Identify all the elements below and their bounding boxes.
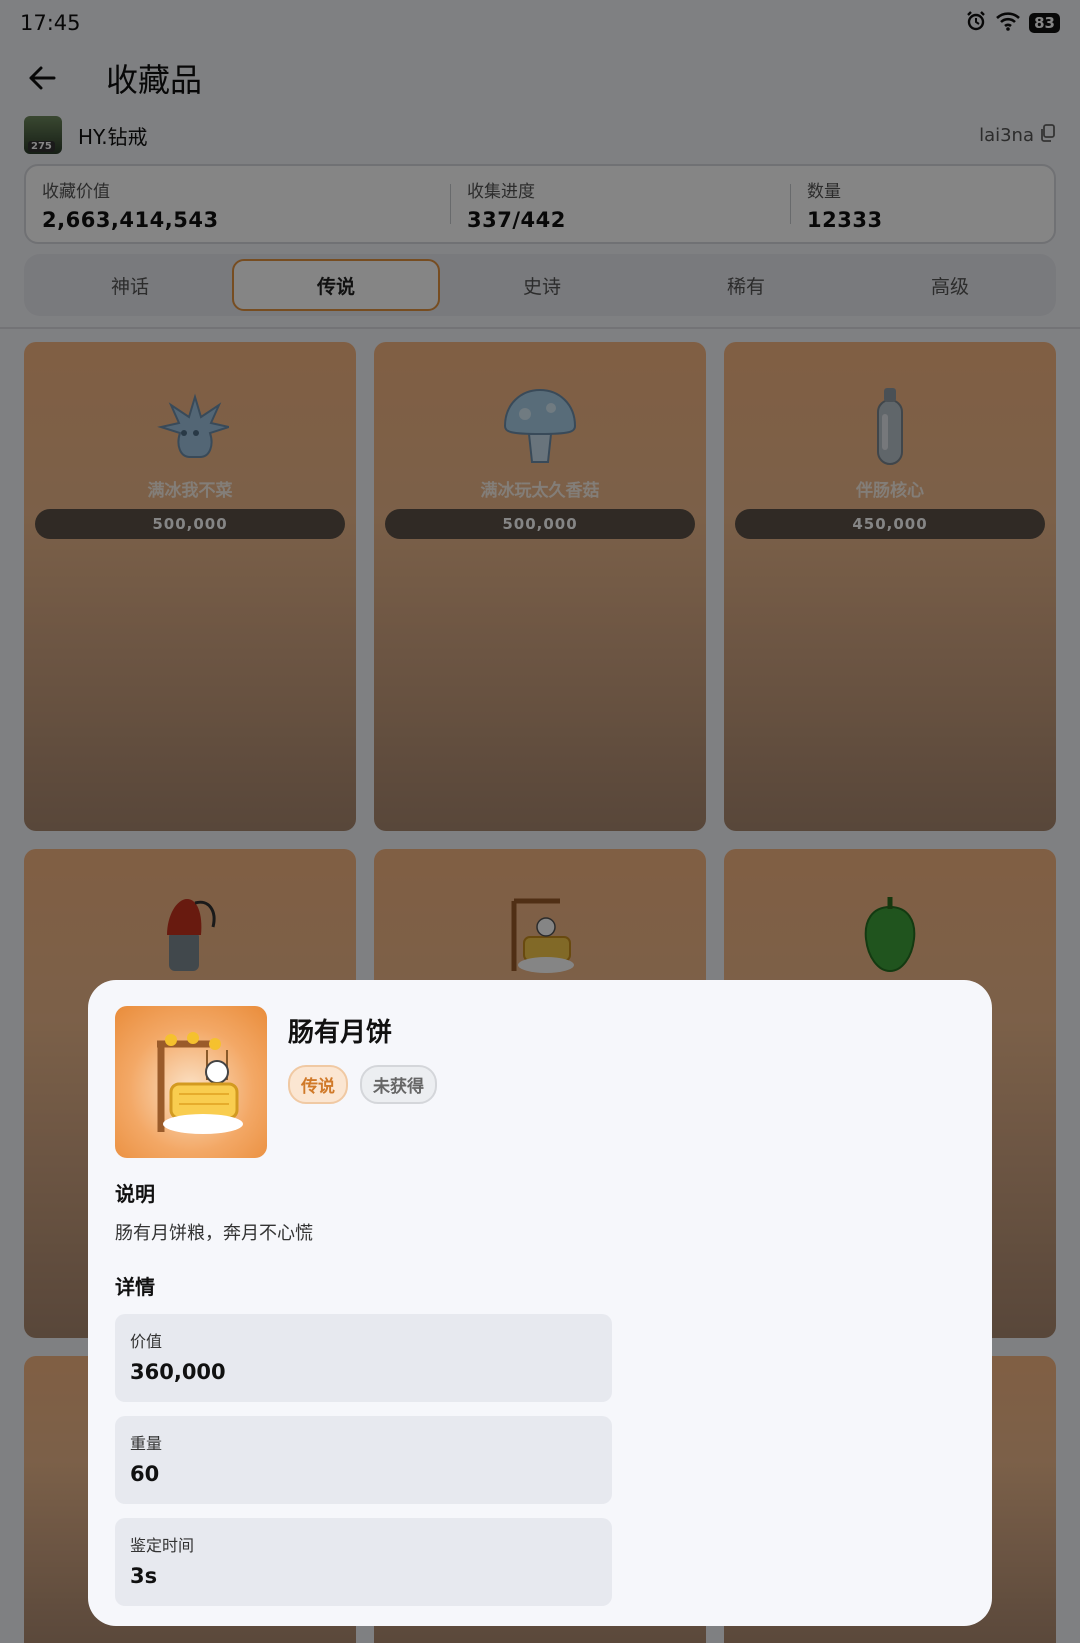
detail-weight-box: 重量 60 [115, 1416, 612, 1504]
detail-value-box: 价值 360,000 [115, 1314, 612, 1402]
status-badge: 未获得 [360, 1065, 437, 1104]
detail-value: 3s [130, 1564, 158, 1588]
description-text: 肠有月饼粮，奔月不心慌 [115, 1223, 313, 1244]
description-heading: 说明 [115, 1182, 155, 1206]
details-heading: 详情 [115, 1275, 155, 1299]
detail-value: 60 [130, 1462, 160, 1486]
detail-appraisal-box: 鉴定时间 3s [115, 1518, 612, 1606]
detail-value: 360,000 [130, 1360, 226, 1384]
detail-label: 鉴定时间 [130, 1536, 195, 1555]
rarity-badge: 传说 [288, 1065, 348, 1104]
detail-label: 价值 [130, 1332, 163, 1351]
item-detail-modal: 肠有月饼 传说 未获得 说明 肠有月饼粮，奔月不心慌 详情 价值 360,000… [88, 980, 992, 1626]
mooncake-swing-icon [115, 1006, 267, 1158]
detail-label: 重量 [130, 1434, 163, 1453]
item-title: 肠有月饼 [288, 1018, 393, 1048]
